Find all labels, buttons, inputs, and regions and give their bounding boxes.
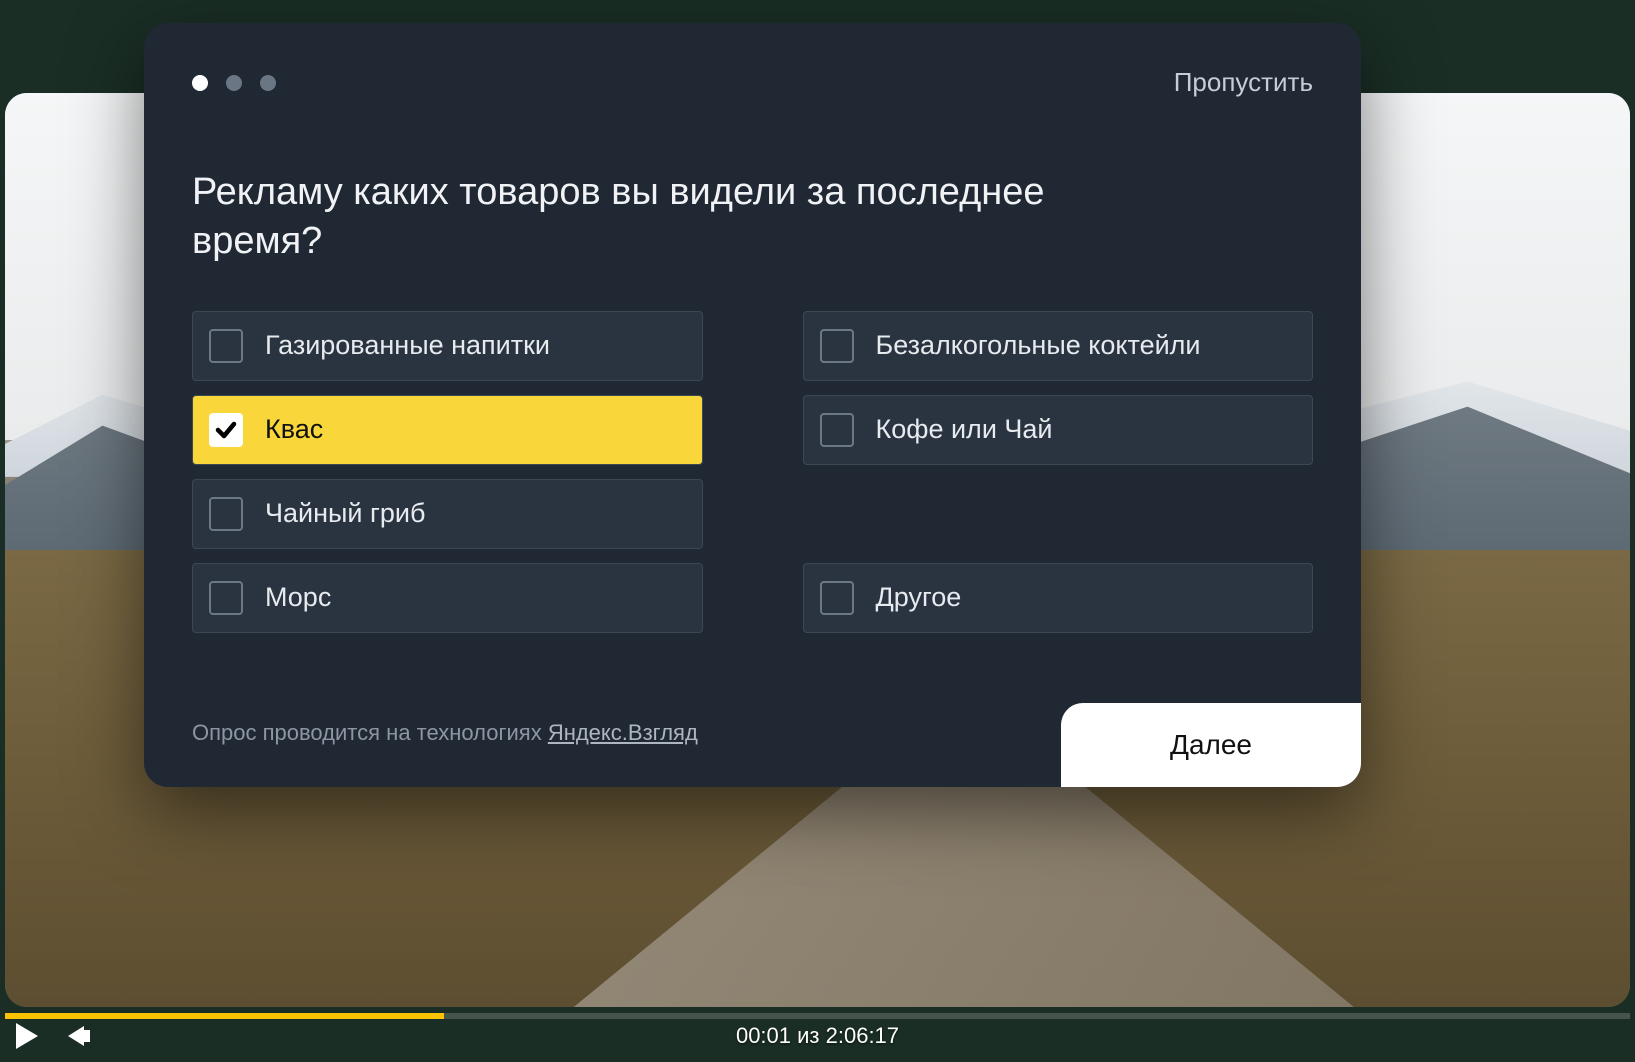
option-label: Квас <box>265 414 323 445</box>
option-coffee-tea[interactable]: Кофе или Чай <box>803 395 1314 465</box>
volume-button[interactable] <box>68 1026 84 1046</box>
option-label: Газированные напитки <box>265 330 550 361</box>
progress-dot-2 <box>226 75 242 91</box>
speaker-icon <box>68 1026 84 1046</box>
skip-button[interactable]: Пропустить <box>1174 67 1313 98</box>
survey-modal: Пропустить Рекламу каких товаров вы виде… <box>144 23 1361 787</box>
progress-dots <box>192 75 276 91</box>
survey-question: Рекламу каких товаров вы видели за после… <box>192 168 1092 267</box>
option-kombucha[interactable]: Чайный гриб <box>192 479 703 549</box>
option-label: Морс <box>265 582 331 613</box>
footer-attribution: Опрос проводится на технологиях Яндекс.В… <box>192 720 698 770</box>
footer-link[interactable]: Яндекс.Взгляд <box>548 720 698 745</box>
player-controls: 00:01 из 2:06:17 <box>8 1010 1627 1062</box>
checkbox-icon <box>209 581 243 615</box>
option-other[interactable]: Другое <box>803 563 1314 633</box>
checkbox-icon <box>820 413 854 447</box>
option-label: Чайный гриб <box>265 498 425 529</box>
next-button[interactable]: Далее <box>1061 703 1361 787</box>
modal-header: Пропустить <box>192 67 1313 98</box>
option-soda[interactable]: Газированные напитки <box>192 311 703 381</box>
checkbox-icon <box>209 497 243 531</box>
option-nonalc-cocktails[interactable]: Безалкогольные коктейли <box>803 311 1314 381</box>
checkbox-checked-icon <box>209 413 243 447</box>
play-icon <box>16 1023 38 1049</box>
checkmark-icon <box>214 418 238 442</box>
checkbox-icon <box>820 329 854 363</box>
play-button[interactable] <box>16 1023 38 1049</box>
modal-footer: Опрос проводится на технологиях Яндекс.В… <box>144 703 1361 787</box>
option-label: Безалкогольные коктейли <box>876 330 1201 361</box>
footer-prefix: Опрос проводится на технологиях <box>192 720 548 745</box>
options-grid: Газированные напитки Безалкогольные кокт… <box>192 311 1313 633</box>
option-label: Другое <box>876 582 962 613</box>
current-time: 00:01 <box>736 1023 791 1048</box>
time-separator: из <box>791 1023 826 1048</box>
time-display: 00:01 из 2:06:17 <box>736 1023 899 1049</box>
option-mors[interactable]: Морс <box>192 563 703 633</box>
progress-dot-1 <box>192 75 208 91</box>
checkbox-icon <box>209 329 243 363</box>
option-label: Кофе или Чай <box>876 414 1053 445</box>
total-time: 2:06:17 <box>826 1023 899 1048</box>
checkbox-icon <box>820 581 854 615</box>
option-kvass[interactable]: Квас <box>192 395 703 465</box>
progress-dot-3 <box>260 75 276 91</box>
